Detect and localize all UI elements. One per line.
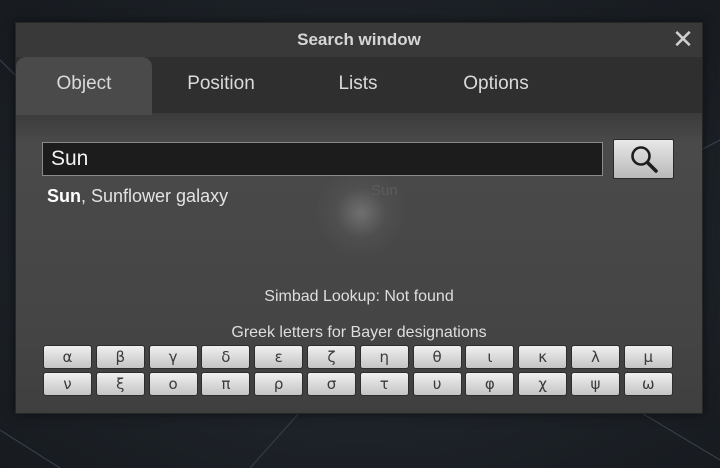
- sky-object-label: Sun: [371, 182, 398, 199]
- tab-options[interactable]: Options: [441, 57, 551, 113]
- greek-key-lambda[interactable]: λ: [570, 345, 620, 369]
- greek-key-mu[interactable]: μ: [623, 345, 673, 369]
- suggestion-rest[interactable]: , Sunflower galaxy: [81, 186, 228, 206]
- suggestion-list[interactable]: Sun, Sunflower galaxy: [47, 186, 228, 207]
- simbad-status: Simbad Lookup: Not found: [264, 288, 454, 305]
- greek-key-gamma[interactable]: γ: [148, 345, 198, 369]
- magnifier-icon: [631, 146, 658, 173]
- greek-key-xi[interactable]: ξ: [95, 372, 145, 396]
- greek-key-chi[interactable]: χ: [518, 372, 568, 396]
- greek-key-psi[interactable]: ψ: [570, 372, 620, 396]
- title-bar[interactable]: Search window ✕: [16, 23, 702, 57]
- greek-key-kappa[interactable]: κ: [518, 345, 568, 369]
- greek-key-beta[interactable]: β: [95, 345, 145, 369]
- search-window: Search window ✕ Object Position Lists Op…: [15, 22, 703, 414]
- tab-bar: Object Position Lists Options: [16, 57, 702, 115]
- greek-key-zeta[interactable]: ζ: [306, 345, 356, 369]
- greek-key-alpha[interactable]: α: [43, 345, 92, 369]
- tab-object[interactable]: Object: [16, 57, 152, 115]
- window-title: Search window: [297, 30, 421, 49]
- greek-key-iota[interactable]: ι: [465, 345, 515, 369]
- suggestion-primary[interactable]: Sun: [47, 186, 81, 206]
- greek-letters-label: Greek letters for Bayer designations: [231, 324, 487, 341]
- search-input[interactable]: [42, 142, 603, 176]
- greek-key-omega[interactable]: ω: [623, 372, 673, 396]
- tab-lists[interactable]: Lists: [316, 57, 400, 113]
- tab-position[interactable]: Position: [164, 57, 278, 113]
- greek-key-eta[interactable]: η: [359, 345, 409, 369]
- greek-key-delta[interactable]: δ: [201, 345, 251, 369]
- close-icon[interactable]: ✕: [670, 26, 696, 52]
- greek-key-nu[interactable]: ν: [43, 372, 92, 396]
- greek-key-pi[interactable]: π: [201, 372, 251, 396]
- greek-key-rho[interactable]: ρ: [254, 372, 304, 396]
- greek-key-sigma[interactable]: σ: [306, 372, 356, 396]
- search-button[interactable]: [613, 139, 674, 179]
- greek-key-omicron[interactable]: ο: [148, 372, 198, 396]
- greek-letter-keyboard: α β γ δ ε ζ η θ ι κ λ μ ν ξ ο π ρ σ τ υ …: [43, 345, 675, 396]
- greek-key-theta[interactable]: θ: [412, 345, 462, 369]
- greek-key-upsilon[interactable]: υ: [412, 372, 462, 396]
- greek-key-phi[interactable]: φ: [465, 372, 515, 396]
- greek-key-tau[interactable]: τ: [359, 372, 409, 396]
- greek-key-epsilon[interactable]: ε: [254, 345, 304, 369]
